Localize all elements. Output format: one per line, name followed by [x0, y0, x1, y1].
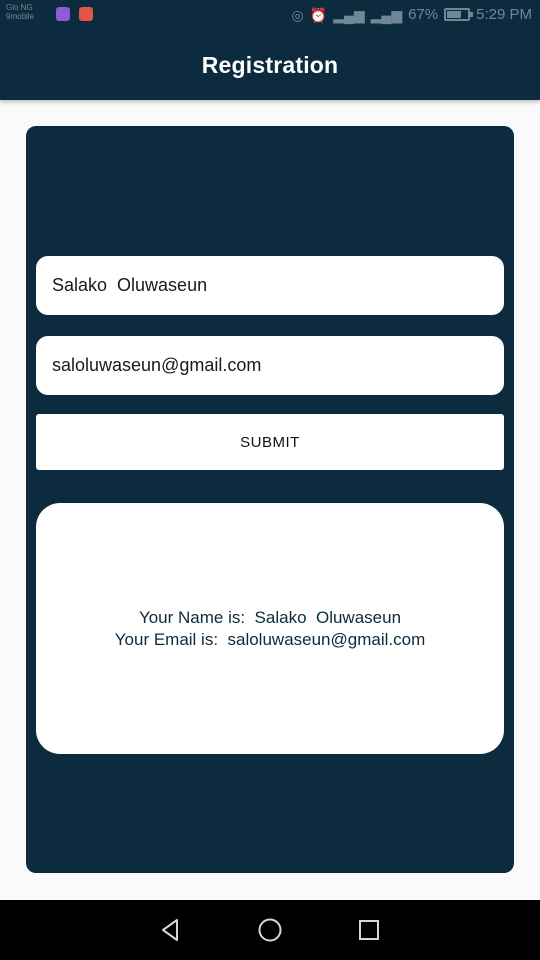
email-field[interactable]: saloluwaseun@gmail.com — [36, 336, 504, 395]
notification-app-icon — [79, 7, 93, 21]
app-bar: Registration — [0, 30, 540, 100]
recents-icon — [359, 920, 379, 940]
clock: 5:29 PM — [476, 6, 532, 23]
submit-button[interactable]: SUBMIT — [36, 414, 504, 470]
battery-icon — [444, 8, 474, 21]
result-name-text: Your Name is: Salako Oluwaseun — [138, 607, 402, 627]
battery-percent: 67% — [408, 6, 439, 23]
result-panel: Your Name is: Salako Oluwaseun Your Emai… — [36, 503, 504, 754]
notification-app-icon — [56, 7, 70, 21]
carrier-info: Glo NG 9mobile — [6, 3, 34, 21]
system-nav-bar — [0, 900, 540, 960]
signal-icon: ▂▄▆ — [333, 6, 365, 23]
alarm-icon: ⏰ — [309, 6, 328, 23]
name-field[interactable]: Salako Oluwaseun — [36, 256, 504, 315]
back-icon — [162, 919, 178, 941]
signal-icon: ▂▄▆ — [370, 6, 403, 23]
status-bar: Glo NG 9mobile ◎ ⏰ ▂▄▆ ▂▄▆ 67% 5:29 PM — [0, 0, 540, 30]
home-button[interactable] — [240, 900, 300, 960]
recents-button[interactable] — [339, 900, 399, 960]
back-button[interactable] — [140, 900, 200, 960]
vpn-key-icon: ◎ — [291, 6, 304, 23]
carrier-name-1: Glo NG — [6, 3, 33, 12]
result-email-text: Your Email is: saloluwaseun@gmail.com — [114, 629, 426, 649]
registration-card: Salako Oluwaseun saloluwaseun@gmail.com … — [26, 126, 514, 873]
page-title: Registration — [201, 51, 339, 78]
status-indicators: ◎ ⏰ ▂▄▆ ▂▄▆ 67% 5:29 PM — [292, 6, 532, 23]
carrier-name-2: 9mobile — [6, 12, 35, 21]
home-icon — [258, 918, 282, 942]
